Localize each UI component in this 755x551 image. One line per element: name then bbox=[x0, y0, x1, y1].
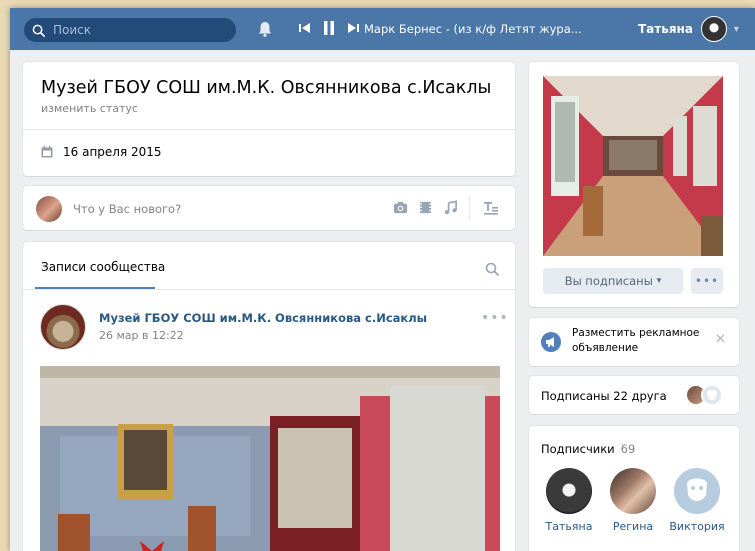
subscriber-avatar bbox=[674, 468, 720, 514]
subscriber-item[interactable]: Татьяна bbox=[541, 468, 597, 533]
friends-subscribed-text: Подписаны 22 друга bbox=[541, 389, 667, 403]
search-box[interactable] bbox=[24, 18, 236, 42]
user-avatar bbox=[700, 16, 727, 42]
subscriber-name: Регина bbox=[612, 520, 654, 533]
subscriber-avatar bbox=[546, 468, 592, 514]
friends-subscribed-card[interactable]: Подписаны 22 друга bbox=[529, 376, 739, 414]
divider bbox=[23, 289, 515, 290]
format-text-icon[interactable] bbox=[483, 200, 499, 216]
compose-avatar bbox=[36, 196, 62, 222]
page-frame: Марк Бернес - (из к/ф Летят жура... Тать… bbox=[10, 8, 755, 551]
subscriber-item[interactable]: Виктория bbox=[669, 468, 725, 533]
subscribers-card: Подписчики 69 Татьяна Регина Виктория bbox=[529, 426, 739, 551]
user-menu[interactable]: Татьяна ▾ bbox=[638, 16, 739, 42]
user-name: Татьяна bbox=[638, 22, 693, 36]
compose-input[interactable]: Что у Вас нового? bbox=[73, 202, 181, 216]
community-cover-card: Вы подписаны ▾ ••• bbox=[529, 62, 739, 307]
create-ad-link[interactable]: Разместить рекламное объявление bbox=[572, 326, 702, 356]
top-bar: Марк Бернес - (из к/ф Летят жура... Тать… bbox=[10, 8, 755, 50]
divider bbox=[23, 129, 515, 130]
profile-card: Музей ГБОУ СОШ им.М.К. Овсянникова с.Иса… bbox=[23, 62, 515, 176]
tab-community-posts[interactable]: Записи сообщества bbox=[41, 260, 165, 274]
subscriber-name: Татьяна bbox=[545, 520, 593, 533]
subscribers-label: Подписчики bbox=[541, 442, 615, 456]
wall-card: Записи сообщества Музей ГБОУ СОШ им.М.К.… bbox=[23, 242, 515, 551]
post-author-avatar[interactable] bbox=[40, 304, 86, 350]
search-input[interactable] bbox=[53, 23, 223, 37]
calendar-icon bbox=[41, 146, 53, 158]
megaphone-icon bbox=[541, 332, 561, 352]
post-more-button[interactable]: ••• bbox=[481, 310, 509, 326]
post-photo[interactable] bbox=[40, 366, 500, 551]
audio-player bbox=[298, 20, 360, 36]
subscribers-count: 69 bbox=[620, 442, 636, 456]
music-icon[interactable] bbox=[443, 200, 458, 215]
subscribers-title[interactable]: Подписчики 69 bbox=[541, 442, 635, 456]
bell-icon[interactable] bbox=[256, 20, 274, 38]
close-icon[interactable]: ✕ bbox=[715, 332, 726, 347]
subscriber-name: Виктория bbox=[669, 520, 725, 533]
friend-avatar bbox=[701, 384, 723, 406]
date-text: 16 апреля 2015 bbox=[63, 145, 162, 159]
pause-icon[interactable] bbox=[322, 20, 336, 36]
post-time[interactable]: 26 мар в 12:22 bbox=[99, 329, 184, 342]
subscriber-item[interactable]: Регина bbox=[605, 468, 661, 533]
track-title[interactable]: Марк Бернес - (из к/ф Летят жура... bbox=[364, 22, 582, 36]
compose-card: Что у Вас нового? bbox=[23, 186, 515, 230]
founded-date: 16 апреля 2015 bbox=[41, 145, 162, 159]
search-icon bbox=[32, 24, 45, 37]
subscribed-button[interactable]: Вы подписаны ▾ bbox=[543, 268, 683, 294]
chevron-down-icon: ▾ bbox=[656, 276, 662, 286]
search-icon[interactable] bbox=[485, 262, 499, 276]
default-avatar-icon bbox=[687, 478, 707, 501]
post-author-link[interactable]: Музей ГБОУ СОШ им.М.К. Овсянникова с.Иса… bbox=[99, 311, 427, 325]
museum-corridor-image bbox=[543, 76, 723, 256]
video-icon[interactable] bbox=[418, 200, 433, 215]
chevron-down-icon: ▾ bbox=[733, 23, 739, 35]
previous-track-icon[interactable] bbox=[298, 20, 312, 36]
ad-card: Разместить рекламное объявление ✕ bbox=[529, 318, 739, 366]
more-actions-button[interactable]: ••• bbox=[691, 268, 723, 294]
subscribed-label: Вы подписаны bbox=[564, 274, 653, 288]
community-photo[interactable] bbox=[543, 76, 723, 256]
page-title: Музей ГБОУ СОШ им.М.К. Овсянникова с.Иса… bbox=[41, 78, 492, 98]
change-status-link[interactable]: изменить статус bbox=[41, 102, 138, 115]
divider bbox=[469, 196, 470, 220]
attachment-icons bbox=[393, 200, 458, 215]
camera-icon[interactable] bbox=[393, 200, 408, 215]
subscriber-avatar bbox=[610, 468, 656, 514]
museum-hall-image bbox=[40, 366, 500, 551]
next-track-icon[interactable] bbox=[346, 20, 360, 36]
